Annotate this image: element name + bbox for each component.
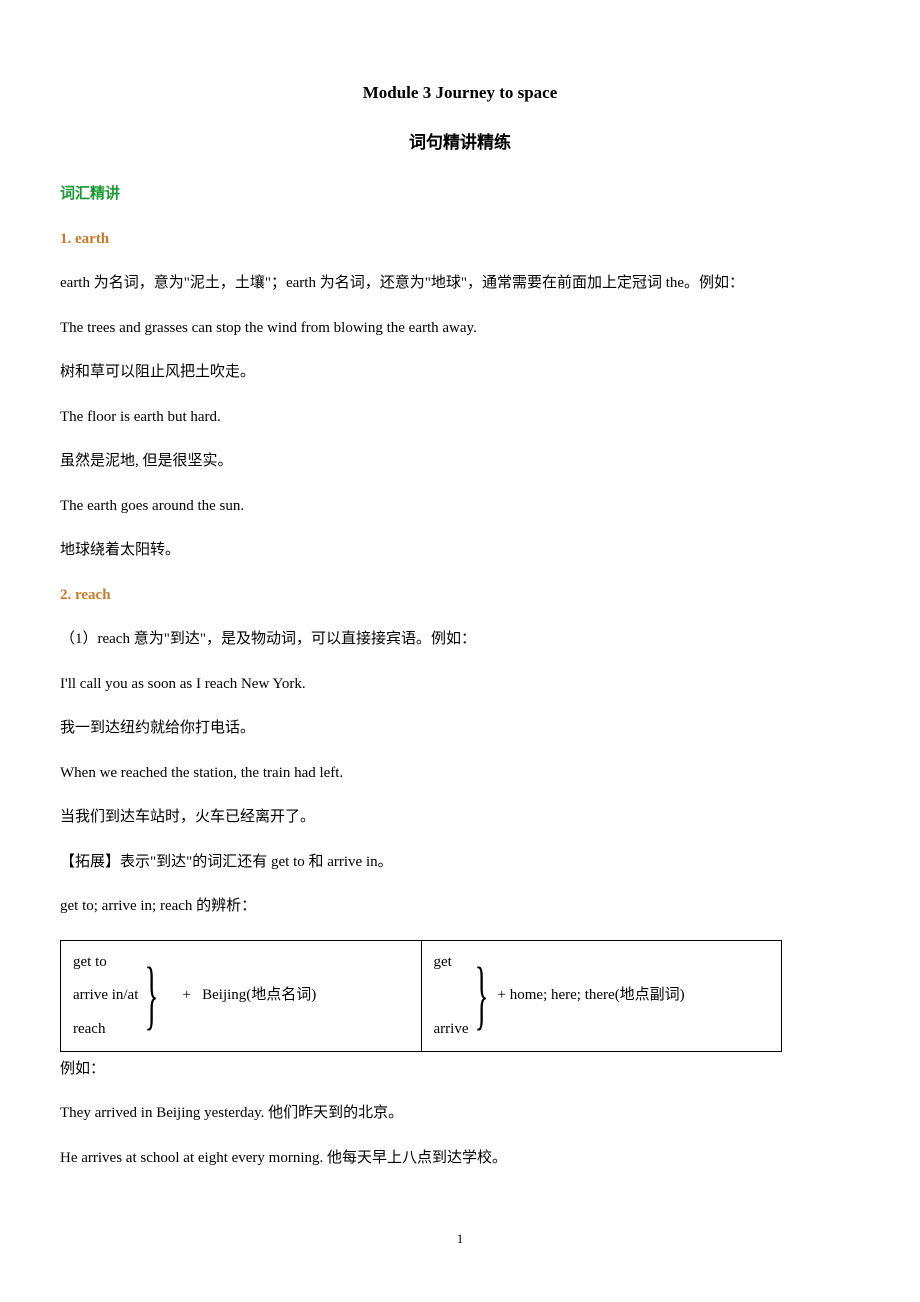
table-item: arrive: [434, 1018, 469, 1041]
document-subtitle: 词句精讲精练: [60, 130, 860, 156]
table-suffix: + home; here; there(地点副词): [498, 984, 685, 1007]
paragraph: 例如：: [60, 1058, 860, 1081]
paragraph: The trees and grasses can stop the wind …: [60, 317, 860, 340]
paragraph: He arrives at school at eight every morn…: [60, 1147, 860, 1170]
paragraph: The floor is earth but hard.: [60, 406, 860, 429]
comparison-table: get to arrive in/at reach } + Beijing(地点…: [60, 940, 782, 1052]
paragraph: earth 为名词，意为"泥土，土壤"；earth 为名词，还意为"地球"，通常…: [60, 272, 860, 295]
table-item: get to: [73, 951, 138, 974]
table-item: arrive in/at: [73, 984, 138, 1007]
paragraph: The earth goes around the sun.: [60, 495, 860, 518]
page-number: 1: [60, 1229, 860, 1249]
paragraph: （1）reach 意为"到达"，是及物动词，可以直接接宾语。例如：: [60, 628, 860, 651]
module-title: Module 3 Journey to space: [60, 80, 860, 106]
table-cell-right: get arrive } + home; here; there(地点副词): [421, 941, 782, 1051]
table-item: get: [434, 951, 469, 974]
brace-icon: }: [475, 961, 489, 1030]
paragraph: They arrived in Beijing yesterday. 他们昨天到…: [60, 1102, 860, 1125]
paragraph: 当我们到达车站时，火车已经离开了。: [60, 806, 860, 829]
vocab-heading-earth: 1. earth: [60, 228, 860, 251]
paragraph: 我一到达纽约就给你打电话。: [60, 717, 860, 740]
paragraph: 虽然是泥地, 但是很坚实。: [60, 450, 860, 473]
brace-icon: }: [145, 961, 159, 1030]
table-suffix: + Beijing(地点名词): [167, 984, 316, 1007]
vocab-heading-reach: 2. reach: [60, 584, 860, 607]
table-cell-left: get to arrive in/at reach } + Beijing(地点…: [61, 941, 421, 1051]
paragraph: 树和草可以阻止风把土吹走。: [60, 361, 860, 384]
paragraph: get to; arrive in; reach 的辨析：: [60, 895, 860, 918]
paragraph: When we reached the station, the train h…: [60, 762, 860, 785]
paragraph: I'll call you as soon as I reach New Yor…: [60, 673, 860, 696]
paragraph: 地球绕着太阳转。: [60, 539, 860, 562]
table-item: reach: [73, 1018, 138, 1041]
section-heading-vocabulary: 词汇精讲: [60, 183, 860, 206]
paragraph: 【拓展】表示"到达"的词汇还有 get to 和 arrive in。: [60, 851, 860, 874]
